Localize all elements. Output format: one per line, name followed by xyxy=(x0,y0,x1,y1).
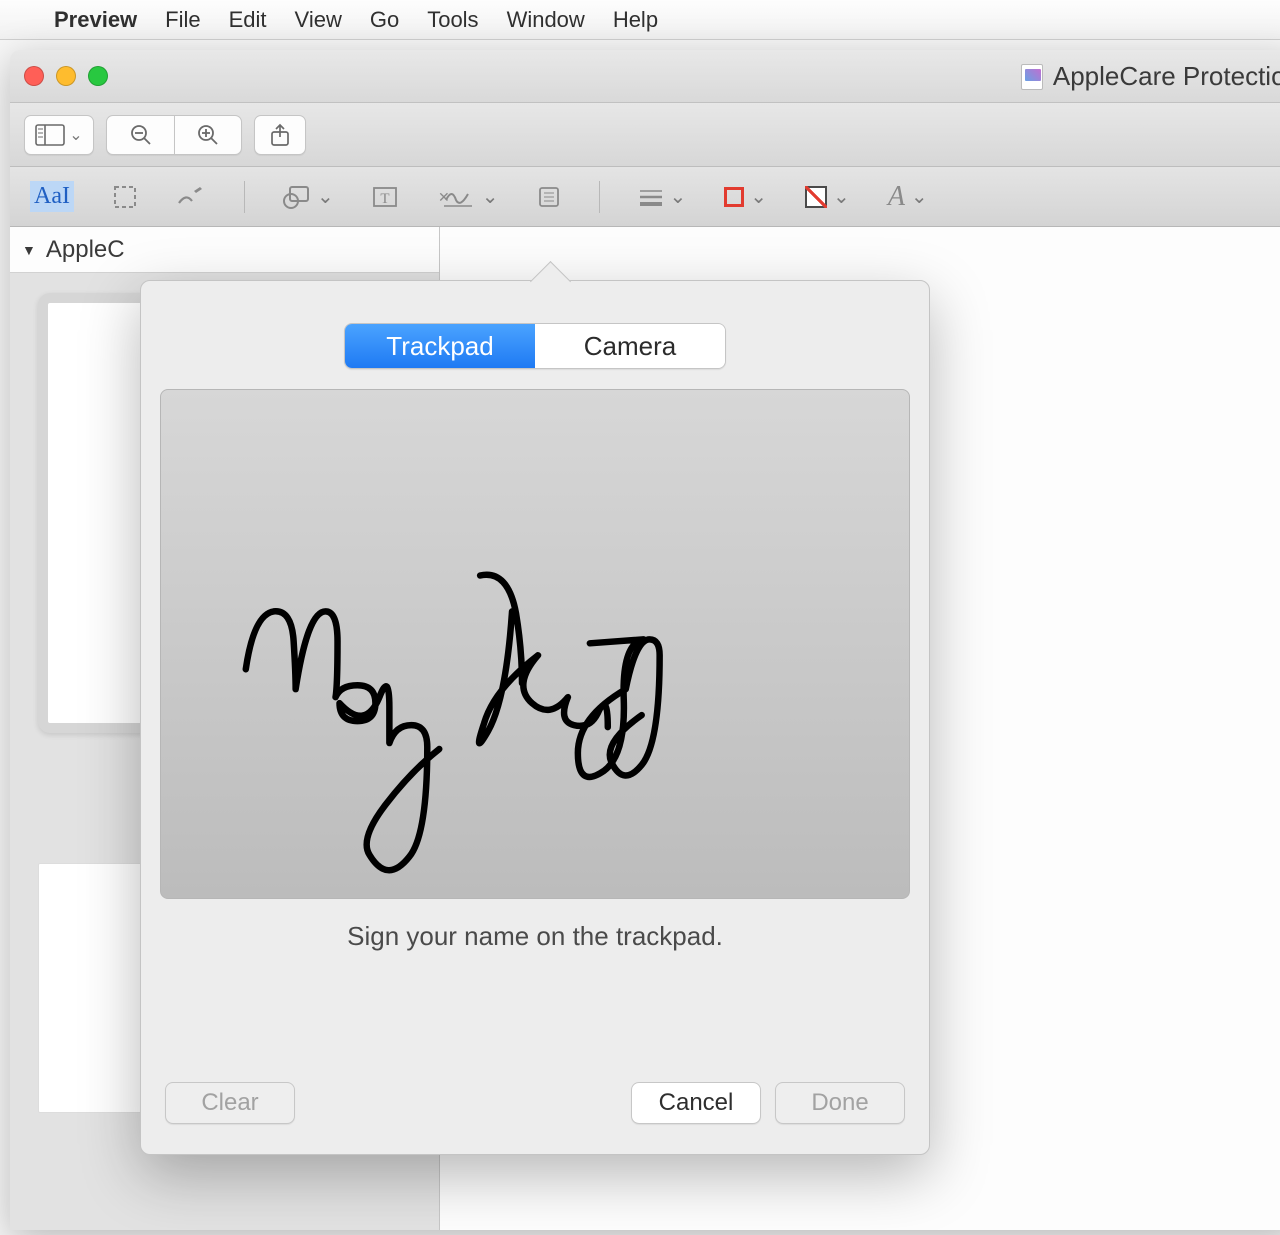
menu-go[interactable]: Go xyxy=(370,7,399,33)
chevron-down-icon: ⌄ xyxy=(833,184,850,209)
menu-file[interactable]: File xyxy=(165,7,200,33)
window-title: AppleCare Protection xyxy=(1053,61,1280,92)
border-style-button[interactable]: ⌄ xyxy=(638,184,687,209)
disclosure-triangle-icon[interactable]: ▼ xyxy=(22,242,36,258)
rectangular-selection-button[interactable] xyxy=(112,184,138,210)
fullscreen-window-button[interactable] xyxy=(88,66,108,86)
markup-toolbar: AaI ⌄ T ✕ ⌄ ⌄ ⌄ xyxy=(10,167,1280,227)
signature-drawing xyxy=(161,390,909,899)
font-button[interactable]: A ⌄ xyxy=(888,181,928,213)
note-button[interactable] xyxy=(537,185,561,209)
line-weight-icon xyxy=(638,187,664,207)
share-button[interactable] xyxy=(254,115,306,155)
sign-button[interactable]: ✕ ⌄ xyxy=(436,184,499,210)
svg-text:T: T xyxy=(380,191,389,207)
rect-select-icon xyxy=(112,184,138,210)
clear-button[interactable]: Clear xyxy=(165,1082,295,1124)
close-window-button[interactable] xyxy=(24,66,44,86)
text-style-button[interactable]: AaI xyxy=(30,181,74,212)
border-color-button[interactable]: ⌄ xyxy=(724,184,767,209)
menu-view[interactable]: View xyxy=(295,7,342,33)
signature-instruction: Sign your name on the trackpad. xyxy=(347,921,723,952)
text-box-icon: T xyxy=(372,184,398,210)
menu-tools[interactable]: Tools xyxy=(427,7,478,33)
note-icon xyxy=(537,185,561,209)
zoom-out-button[interactable] xyxy=(106,115,174,155)
divider xyxy=(244,181,245,213)
menu-edit[interactable]: Edit xyxy=(229,7,267,33)
document-icon xyxy=(1021,64,1043,90)
menu-help[interactable]: Help xyxy=(613,7,658,33)
signature-canvas[interactable] xyxy=(160,389,910,899)
signature-source-segmented-control: Trackpad Camera xyxy=(344,323,726,369)
sidebar-header[interactable]: ▼ AppleC xyxy=(10,227,439,273)
main-toolbar: ⌄ xyxy=(10,103,1280,167)
zoom-in-button[interactable] xyxy=(174,115,242,155)
sketch-icon xyxy=(176,185,206,209)
menu-window[interactable]: Window xyxy=(507,7,585,33)
text-button[interactable]: T xyxy=(372,184,398,210)
chevron-down-icon: ⌄ xyxy=(670,184,687,209)
minimize-window-button[interactable] xyxy=(56,66,76,86)
zoom-group xyxy=(106,115,242,155)
sketch-button[interactable] xyxy=(176,185,206,209)
done-button[interactable]: Done xyxy=(775,1082,905,1124)
window-traffic-lights xyxy=(24,66,108,86)
macos-menubar: Preview File Edit View Go Tools Window H… xyxy=(0,0,1280,40)
border-color-swatch-icon xyxy=(724,187,744,207)
tab-camera[interactable]: Camera xyxy=(535,324,725,368)
chevron-down-icon: ⌄ xyxy=(69,125,82,145)
menubar-app-name[interactable]: Preview xyxy=(54,7,137,33)
popover-buttons: Clear Cancel Done xyxy=(141,1082,929,1124)
font-style-icon: A xyxy=(888,181,905,213)
signature-popover: Trackpad Camera Sign your name on the tr… xyxy=(140,280,930,1155)
divider xyxy=(599,181,600,213)
sidebar-thumbnails-icon xyxy=(35,124,65,146)
chevron-down-icon: ⌄ xyxy=(911,184,928,209)
zoom-out-icon xyxy=(129,123,153,147)
tab-trackpad[interactable]: Trackpad xyxy=(345,324,535,368)
preview-window: AppleCare Protection ⌄ AaI xyxy=(10,50,1280,1230)
shapes-button[interactable]: ⌄ xyxy=(283,184,334,209)
chevron-down-icon: ⌄ xyxy=(750,184,767,209)
fill-color-button[interactable]: ⌄ xyxy=(805,184,850,209)
zoom-in-icon xyxy=(196,123,220,147)
shapes-icon xyxy=(283,185,311,209)
window-titlebar[interactable]: AppleCare Protection xyxy=(10,50,1280,103)
share-icon xyxy=(269,123,291,147)
chevron-down-icon: ⌄ xyxy=(317,184,334,209)
chevron-down-icon: ⌄ xyxy=(482,184,499,209)
signature-icon: ✕ xyxy=(436,184,476,210)
cancel-button[interactable]: Cancel xyxy=(631,1082,761,1124)
sidebar-doc-title: AppleC xyxy=(46,236,125,264)
view-mode-button[interactable]: ⌄ xyxy=(24,115,94,155)
fill-color-swatch-icon xyxy=(805,186,827,208)
